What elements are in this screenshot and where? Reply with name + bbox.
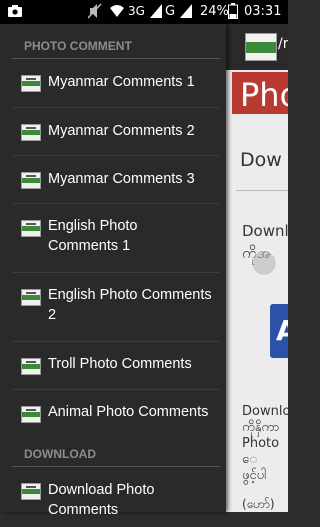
mute-icon	[87, 3, 102, 22]
section-header-download: DOWNLOAD	[24, 447, 96, 461]
drawer-item-label: Myanmar Comments 2	[48, 123, 195, 139]
background-app: /r Pho Dow Downl ကိုအ A Downlo ကိုနှိကာ …	[226, 24, 288, 512]
drawer-item-myanmar-comments-2[interactable]: Myanmar Comments 2	[0, 108, 220, 156]
battery-icon	[228, 3, 238, 23]
photo-comments-thumb-icon	[21, 406, 41, 423]
drawer-item-troll-photo-comments[interactable]: Troll Photo Comments	[0, 342, 220, 390]
app-paragraph: Downlo ကိုနှိကာ Photo ေ ဖွင့်ပါ	[242, 404, 288, 483]
drawer-item-label: Troll Photo Comments	[48, 356, 192, 372]
app-logo	[245, 33, 277, 61]
app-banner-text: Pho	[240, 76, 288, 114]
photo-comments-thumb-icon	[21, 289, 41, 306]
drawer-item-label: English Photo Comments 2	[48, 287, 212, 323]
app-store-icon: A	[276, 314, 288, 347]
drawer-item-animal-photo-comments[interactable]: Animal Photo Comments	[0, 390, 220, 438]
photo-comments-thumb-icon	[21, 483, 41, 500]
photo-comments-thumb-icon	[21, 358, 41, 375]
drawer-item-label: Animal Photo Comments	[48, 404, 209, 420]
status-bar: 3G G 24% 03:31	[0, 0, 288, 24]
drawer-item-label: Myanmar Comments 1	[48, 74, 195, 90]
clock: 03:31	[244, 4, 282, 19]
drawer-item-english-photo-comments-1[interactable]: English Photo Comments 1	[0, 204, 220, 272]
divider	[236, 190, 288, 191]
network-g-indicator: G	[165, 4, 176, 19]
photo-comments-thumb-icon	[21, 75, 41, 92]
app-action-bar[interactable]: /r	[226, 24, 288, 70]
drawer-item-myanmar-comments-1[interactable]: Myanmar Comments 1	[0, 59, 220, 107]
app-heading: Dow	[240, 149, 282, 171]
signal-icon	[150, 4, 162, 22]
drawer-item-label: Myanmar Comments 3	[48, 171, 195, 187]
section-header-photo-comment: PHOTO COMMENT	[24, 39, 132, 53]
photo-comments-thumb-icon	[21, 124, 41, 141]
app-action-bar-title: /r	[278, 36, 288, 52]
photo-comments-thumb-icon	[21, 220, 41, 237]
signal-icon	[180, 4, 192, 22]
drawer-item-label: English Photo Comments 1	[48, 218, 138, 254]
drawer-item-myanmar-comments-3[interactable]: Myanmar Comments 3	[0, 156, 220, 204]
app-paragraph: (ဟော်)	[242, 497, 275, 511]
wifi-icon	[110, 4, 124, 22]
drawer-item-english-photo-comments-2[interactable]: English Photo Comments 2	[0, 273, 220, 341]
drawer-item-download-photo-comments[interactable]: Download Photo Comments	[0, 467, 220, 527]
photo-comments-thumb-icon	[21, 172, 41, 189]
battery-percent: 24%	[200, 4, 229, 19]
drawer-item-label: Download Photo Comments	[48, 482, 155, 518]
network-3g-indicator: 3G	[128, 4, 145, 18]
floating-button[interactable]	[251, 250, 277, 276]
camera-icon	[8, 5, 22, 21]
navigation-drawer: PHOTO COMMENT Myanmar Comments 1 Myanmar…	[0, 24, 226, 518]
